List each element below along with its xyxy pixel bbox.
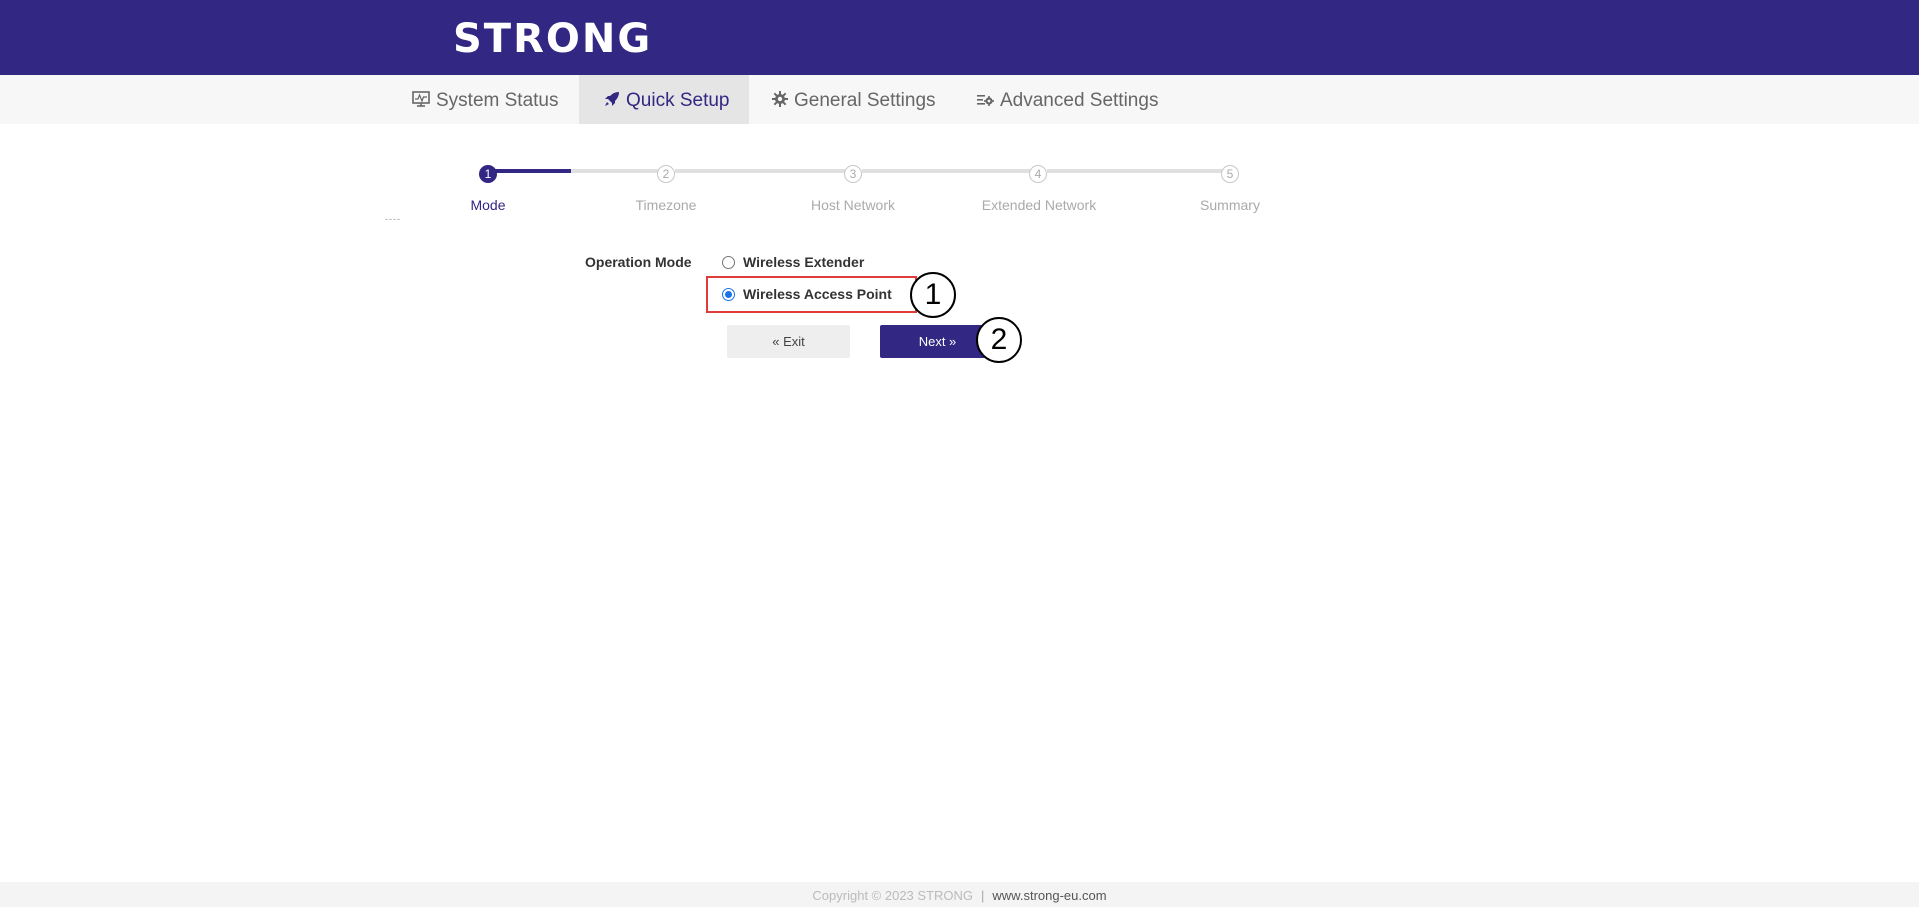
step-connector — [862, 169, 1030, 173]
footer-separator: | — [981, 888, 985, 903]
step-connector — [571, 169, 666, 173]
wireless-extender-radio[interactable] — [722, 255, 735, 269]
annotation-marker-2: 2 — [976, 317, 1022, 363]
wireless-extender-option[interactable]: Wireless Extender — [722, 254, 864, 270]
wireless-extender-label: Wireless Extender — [743, 254, 865, 270]
step-1-label: Mode — [470, 197, 506, 213]
step-3-label: Host Network — [810, 197, 896, 213]
step-1-circle: 1 — [479, 165, 497, 183]
website-link[interactable]: www.strong-eu.com — [992, 888, 1106, 903]
step-2-label: Timezone — [635, 197, 697, 213]
highlight-box — [706, 276, 917, 313]
step-connector — [675, 169, 845, 173]
annotation-marker-1: 1 — [910, 272, 956, 318]
operation-mode-label: Operation Mode — [585, 254, 692, 270]
exit-button[interactable]: « Exit — [727, 325, 850, 358]
step-5-circle: 5 — [1221, 165, 1239, 183]
step-3-circle: 3 — [844, 165, 862, 183]
step-4-label: Extended Network — [981, 197, 1097, 213]
step-5-label: Summary — [1200, 197, 1260, 213]
copyright-text: Copyright © 2023 STRONG — [812, 888, 974, 903]
step-2-circle: 2 — [657, 165, 675, 183]
step-4-circle: 4 — [1029, 165, 1047, 183]
step-connector — [1047, 169, 1222, 173]
footer: Copyright © 2023 STRONG | www.strong-eu.co… — [0, 882, 1919, 907]
dots-marker: ---- — [385, 214, 401, 224]
wizard-stepper: 1 2 3 4 5 Mode Timezone Host Network Ext… — [0, 0, 1919, 230]
step-progress-line — [488, 169, 571, 173]
